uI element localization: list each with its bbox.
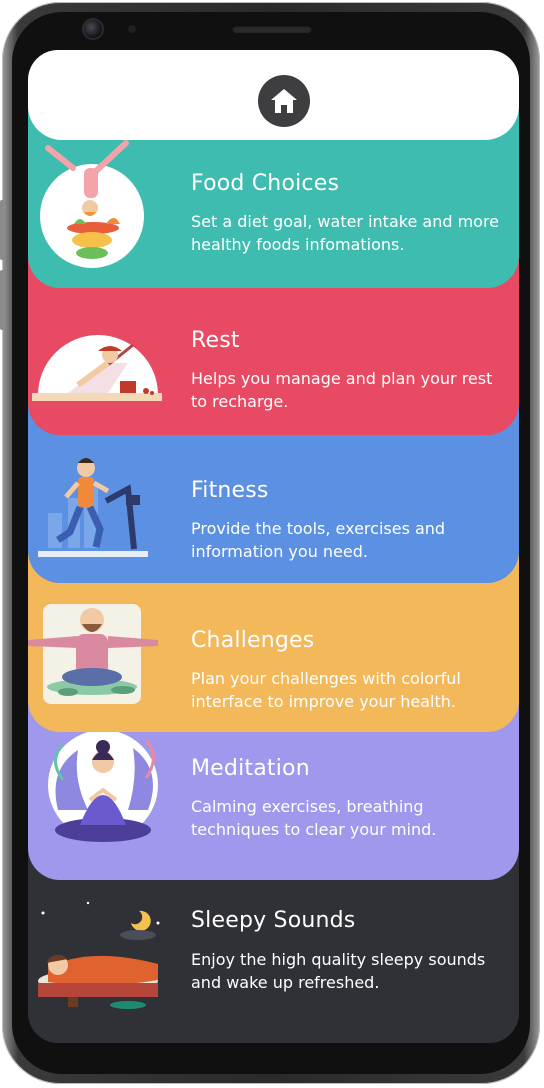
- card-title: Food Choices: [191, 171, 340, 196]
- card-description: Provide the tools, exercises and informa…: [191, 519, 446, 561]
- card-title: Fitness: [191, 478, 269, 503]
- home-button[interactable]: [258, 75, 310, 127]
- card-description: Helps you manage and plan your rest to r…: [191, 369, 493, 411]
- card-description: Enjoy the high quality sleepy sounds and…: [191, 950, 486, 992]
- card-description: Calming exercises, breathing techniques …: [191, 797, 437, 839]
- card-title: Meditation: [191, 756, 310, 781]
- volume-button: [0, 200, 4, 260]
- card-description: Plan your challenges with colorful inter…: [191, 669, 461, 711]
- earpiece-speaker: [232, 25, 312, 33]
- card-title: Sleepy Sounds: [191, 908, 356, 933]
- app-screen: Sleepy Sounds Enjoy the high quality sle…: [28, 50, 519, 1043]
- app-header: [28, 50, 519, 140]
- sleepy-sounds-illustration: [28, 863, 188, 1043]
- card-title: Challenges: [191, 628, 315, 653]
- card-description: Set a diet goal, water intake and more h…: [191, 212, 500, 254]
- home-icon: [271, 89, 297, 113]
- front-camera: [84, 20, 102, 38]
- proximity-sensor: [128, 25, 136, 33]
- volume-button: [0, 270, 4, 330]
- card-title: Rest: [191, 328, 240, 353]
- card-sleepy-sounds[interactable]: Sleepy Sounds Enjoy the high quality sle…: [28, 863, 519, 1043]
